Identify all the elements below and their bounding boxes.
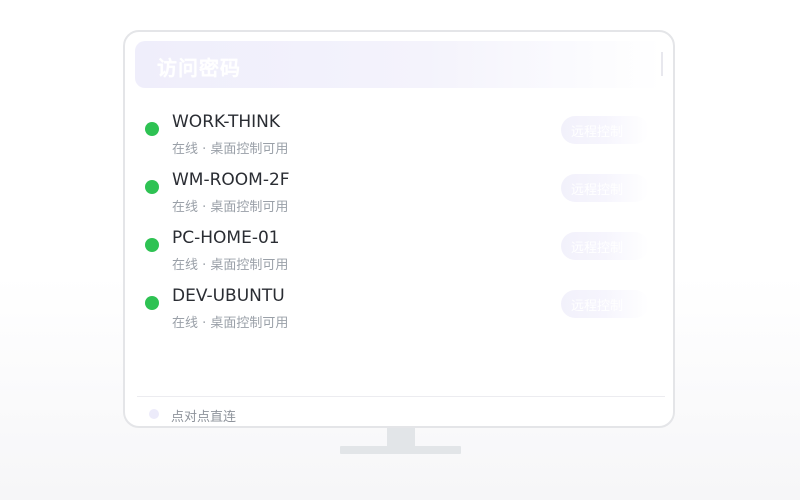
remote-control-button[interactable]: 远程控制 bbox=[561, 116, 649, 144]
device-status: 在线 · 桌面控制可用 bbox=[172, 258, 289, 273]
online-status-icon bbox=[145, 180, 159, 194]
connection-mode-label: 点对点直连 bbox=[171, 410, 237, 425]
remote-control-button[interactable]: 远程控制 bbox=[561, 290, 649, 318]
online-status-icon bbox=[145, 296, 159, 310]
remote-control-button[interactable]: 远程控制 bbox=[561, 174, 649, 202]
online-status-icon bbox=[145, 122, 159, 136]
monitor-stand-base bbox=[340, 446, 461, 454]
device-row[interactable]: DEV-UBUNTU 在线 · 桌面控制可用 远程控制 bbox=[125, 280, 673, 338]
monitor-screen: 访问密码 WORK-THINK 在线 · 桌面控制可用 远程控制 WM-ROOM… bbox=[123, 30, 675, 428]
password-header[interactable]: 访问密码 bbox=[135, 41, 663, 88]
remote-control-button[interactable]: 远程控制 bbox=[561, 232, 649, 260]
device-name: PC-HOME-01 bbox=[172, 228, 280, 248]
device-row[interactable]: PC-HOME-01 在线 · 桌面控制可用 远程控制 bbox=[125, 222, 673, 280]
device-status: 在线 · 桌面控制可用 bbox=[172, 142, 289, 157]
online-status-icon bbox=[145, 238, 159, 252]
device-name: WORK-THINK bbox=[172, 112, 280, 132]
device-row[interactable]: WM-ROOM-2F 在线 · 桌面控制可用 远程控制 bbox=[125, 164, 673, 222]
device-name: DEV-UBUNTU bbox=[172, 286, 285, 306]
device-name: WM-ROOM-2F bbox=[172, 170, 290, 190]
monitor-stand-neck bbox=[387, 428, 415, 446]
header-title: 访问密码 bbox=[157, 56, 241, 80]
header-divider bbox=[661, 52, 663, 76]
device-list: WORK-THINK 在线 · 桌面控制可用 远程控制 WM-ROOM-2F 在… bbox=[125, 106, 673, 338]
device-status: 在线 · 桌面控制可用 bbox=[172, 316, 289, 331]
device-status: 在线 · 桌面控制可用 bbox=[172, 200, 289, 215]
footer-divider bbox=[137, 396, 665, 397]
device-row[interactable]: WORK-THINK 在线 · 桌面控制可用 远程控制 bbox=[125, 106, 673, 164]
p2p-indicator-icon bbox=[149, 409, 159, 419]
